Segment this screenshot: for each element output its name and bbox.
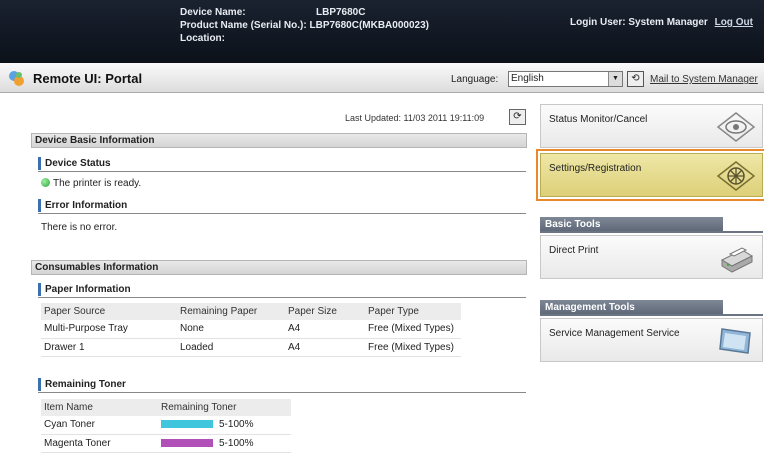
divider xyxy=(38,297,526,298)
language-label: Language: xyxy=(451,74,499,85)
product-name-label: Product Name (Serial No.): xyxy=(180,20,307,31)
divider xyxy=(38,171,526,172)
error-info-title: Error Information xyxy=(38,199,127,212)
basic-tools-title: Basic Tools xyxy=(540,217,723,232)
divider xyxy=(540,314,763,316)
remaining-toner-title: Remaining Toner xyxy=(38,378,126,391)
product-name-value: LBP7680C(MKBA000023) xyxy=(309,20,429,31)
consumables-info-header: Consumables Information xyxy=(31,260,527,275)
service-management-label: Service Management Service xyxy=(549,328,680,339)
settings-star-icon xyxy=(716,161,756,191)
divider xyxy=(540,231,763,233)
table-cell: Free (Mixed Types) xyxy=(365,338,461,357)
settings-registration-label: Settings/Registration xyxy=(549,163,642,174)
language-select[interactable]: English ▼ xyxy=(508,71,623,87)
toner-name: Magenta Toner xyxy=(41,434,158,453)
refresh-button[interactable]: ⟳ xyxy=(509,109,526,125)
device-info: Device Name: LBP7680C Product Name (Seria… xyxy=(180,6,429,45)
column-header: Paper Type xyxy=(365,303,461,320)
toner-level: 5-100% xyxy=(158,416,291,435)
column-header: Paper Source xyxy=(41,303,177,320)
logout-link[interactable]: Log Out xyxy=(715,17,753,28)
divider xyxy=(38,392,526,393)
monitor-icon xyxy=(719,328,751,354)
service-management-button[interactable]: Service Management Service xyxy=(540,318,763,362)
device-status-text: The printer is ready. xyxy=(53,178,142,189)
toner-table: Item Name Remaining Toner Cyan Toner 5-1… xyxy=(41,399,291,453)
device-name-label: Device Name: xyxy=(180,7,246,18)
language-value: English xyxy=(511,73,544,84)
table-row: Multi-Purpose Tray None A4 Free (Mixed T… xyxy=(41,320,461,339)
table-row: Drawer 1 Loaded A4 Free (Mixed Types) xyxy=(41,338,461,357)
login-user-text: Login User: System Manager xyxy=(570,17,708,28)
refresh-icon: ⟳ xyxy=(513,111,522,122)
paper-info-table: Paper Source Remaining Paper Paper Size … xyxy=(41,303,461,357)
divider xyxy=(38,213,526,214)
table-cell: Multi-Purpose Tray xyxy=(41,320,177,339)
device-status-title: Device Status xyxy=(38,157,111,170)
refresh-arrow-icon: ⟲ xyxy=(631,73,640,84)
toner-level-text: 5-100% xyxy=(219,437,254,449)
column-header: Paper Size xyxy=(285,303,365,320)
settings-registration-button[interactable]: Settings/Registration xyxy=(540,153,763,197)
mail-to-manager-link[interactable]: Mail to System Manager xyxy=(650,74,758,85)
chevron-down-icon[interactable]: ▼ xyxy=(608,72,622,86)
printer-icon xyxy=(720,247,754,273)
toner-level-bar xyxy=(161,438,213,447)
status-monitor-label: Status Monitor/Cancel xyxy=(549,114,648,125)
language-apply-button[interactable]: ⟲ xyxy=(627,71,644,87)
paper-info-title: Paper Information xyxy=(38,283,131,296)
status-ready-icon xyxy=(41,178,50,187)
remote-ui-logo-icon xyxy=(9,71,24,86)
status-monitor-button[interactable]: Status Monitor/Cancel xyxy=(540,104,763,148)
last-updated-text: Last Updated: 11/03 2011 19:11:09 xyxy=(345,113,485,123)
device-basic-info-header: Device Basic Information xyxy=(31,133,527,148)
table-cell: A4 xyxy=(285,320,365,339)
table-cell: A4 xyxy=(285,338,365,357)
error-info-text: There is no error. xyxy=(41,222,118,233)
device-header: Device Name: LBP7680C Product Name (Seria… xyxy=(0,0,764,63)
direct-print-label: Direct Print xyxy=(549,245,599,256)
column-header: Item Name xyxy=(41,399,158,416)
table-row: Cyan Toner 5-100% xyxy=(41,416,291,435)
direct-print-button[interactable]: Direct Print xyxy=(540,235,763,279)
table-cell: Drawer 1 xyxy=(41,338,177,357)
table-cell: Free (Mixed Types) xyxy=(365,320,461,339)
table-row: Magenta Toner 5-100% xyxy=(41,434,291,453)
table-header-row: Item Name Remaining Toner xyxy=(41,399,291,416)
eye-icon xyxy=(716,112,756,142)
device-name-value: LBP7680C xyxy=(316,7,366,18)
column-header: Remaining Paper xyxy=(177,303,285,320)
toner-level-text: 5-100% xyxy=(219,419,254,431)
device-status: The printer is ready. xyxy=(41,178,141,189)
portal-bar: Remote UI: Portal Language: English ▼ ⟲ … xyxy=(0,63,764,93)
table-cell: Loaded xyxy=(177,338,285,357)
table-header-row: Paper Source Remaining Paper Paper Size … xyxy=(41,303,461,320)
location-label: Location: xyxy=(180,33,225,44)
toner-name: Cyan Toner xyxy=(41,416,158,435)
toner-level: 5-100% xyxy=(158,434,291,453)
column-header: Remaining Toner xyxy=(158,399,291,416)
login-info: Login User: System Manager Log Out xyxy=(570,17,753,28)
management-tools-title: Management Tools xyxy=(540,300,723,315)
toner-level-bar xyxy=(161,420,213,429)
table-cell: None xyxy=(177,320,285,339)
page-title: Remote UI: Portal xyxy=(33,71,143,86)
